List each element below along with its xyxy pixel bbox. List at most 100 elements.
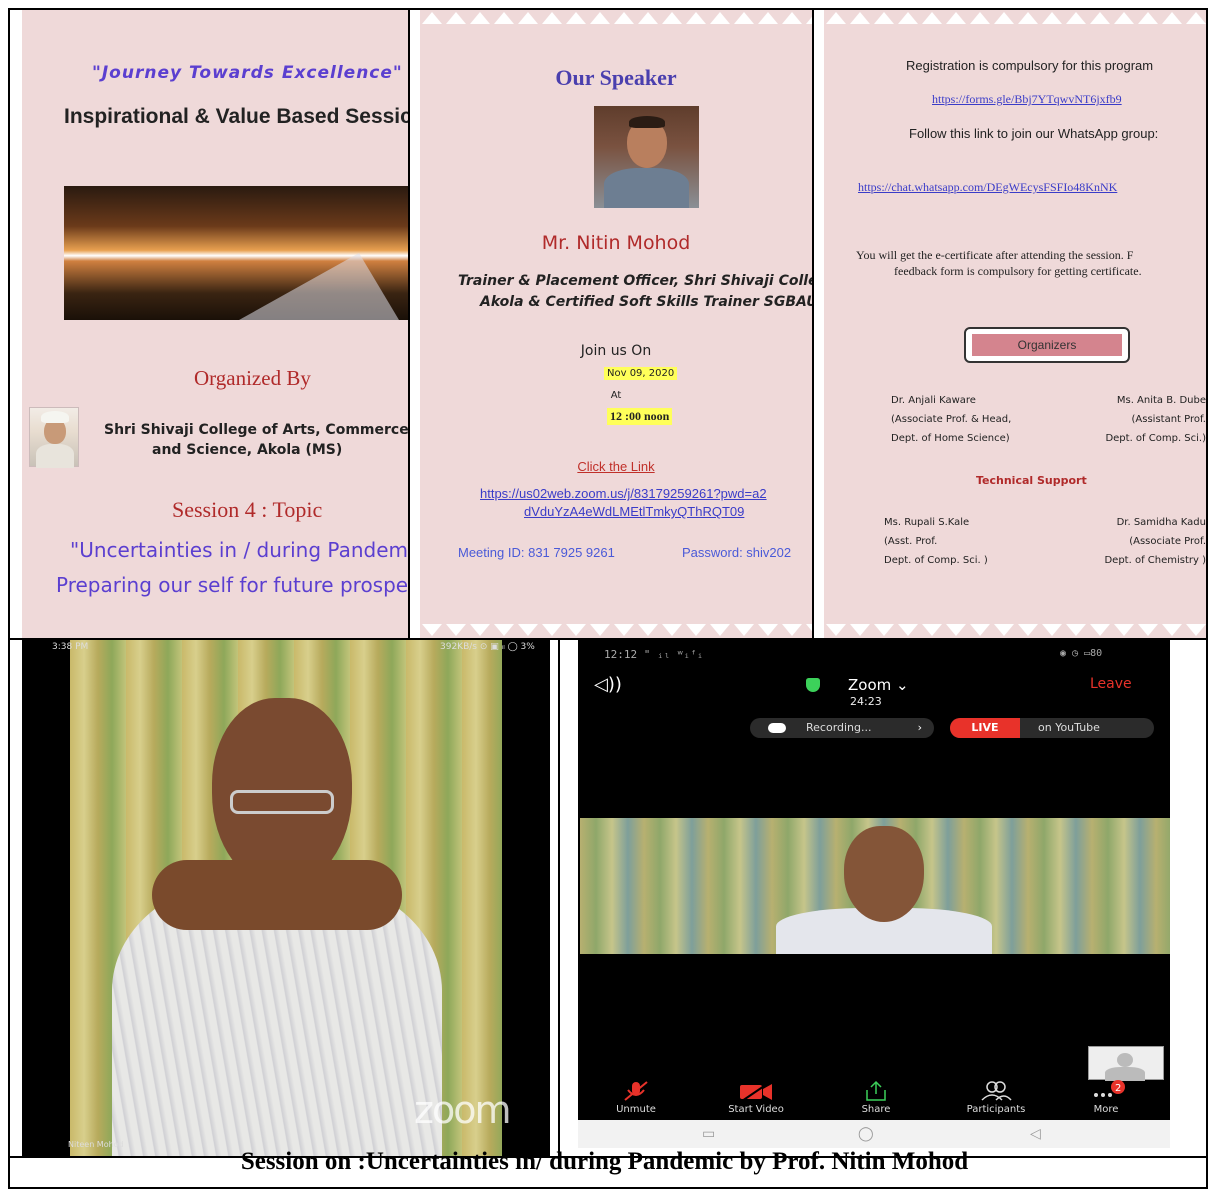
more-icon: 2 — [1094, 1080, 1125, 1097]
start-video-button[interactable]: Start Video — [706, 1080, 806, 1115]
technical-support-heading: Technical Support — [976, 474, 1087, 487]
zoom-link-line2[interactable]: dVduYzA4eWdLMEtlTmkyQThRQT09 — [524, 504, 744, 519]
speaker-role-line2: Akola & Certified Soft Skills Trainer SG… — [480, 294, 812, 310]
flyer-panel-speaker: Our Speaker Mr. Nitin Mohod Trainer & Pl… — [420, 10, 812, 638]
youtube-label: on YouTube — [1038, 721, 1100, 734]
phone-status-left: 12:12 " ᵢₗ ʷᵢᶠᵢ — [604, 648, 704, 661]
start-video-label: Start Video — [728, 1104, 784, 1115]
organizer-dept: Dept. of Comp. Sci.) — [1105, 433, 1206, 444]
live-youtube-pill[interactable]: LIVE on YouTube — [950, 718, 1154, 738]
event-date: Nov 09, 2020 — [604, 367, 678, 380]
flyer-quote: "Journey Towards Excellence" — [92, 63, 403, 83]
meeting-app-name: Zoom — [848, 676, 892, 694]
tech-dept: Dept. of Comp. Sci. ) — [884, 555, 988, 566]
collage-frame: "Journey Towards Excellence" Inspiration… — [8, 8, 1208, 1189]
cloud-icon — [768, 723, 786, 733]
security-shield-icon — [806, 678, 820, 692]
organizer-1: Dr. Anjali Kaware (Associate Prof. & Hea… — [891, 391, 1011, 448]
tech-dept: Dept. of Chemistry ) — [1104, 555, 1206, 566]
triangle-border-top — [824, 10, 1206, 26]
organizer-dept: Dept. of Home Science) — [891, 433, 1010, 444]
participants-label: Participants — [966, 1104, 1026, 1115]
flyer-panel-intro: "Journey Towards Excellence" Inspiration… — [22, 10, 408, 638]
topic-line2: Preparing our self for future prospec — [56, 573, 408, 597]
click-the-link-label: Click the Link — [577, 459, 655, 474]
meeting-timer: 24:23 — [850, 695, 882, 708]
grid-divider — [10, 638, 1206, 640]
whatsapp-notice: Follow this link to join our WhatsApp gr… — [909, 126, 1159, 141]
zoom-link-line1[interactable]: https://us02web.zoom.us/j/83179259261?pw… — [480, 486, 767, 501]
back-icon[interactable]: ◁ — [1030, 1126, 1041, 1142]
road-sunrise-image — [64, 186, 408, 320]
self-view-thumbnail[interactable] — [1088, 1046, 1164, 1081]
phone-status-icons: 392KB/s ⊙ ▣ ᵢₗ ◯ 3% — [440, 642, 535, 652]
more-button[interactable]: 2 More — [1056, 1080, 1156, 1115]
phone-status-right: ◉ ◷ ▭80 — [1060, 648, 1103, 659]
join-us-label: Join us On — [580, 343, 652, 359]
zoom-phone-screenshot-2: 12:12 " ᵢₗ ʷᵢᶠᵢ ◉ ◷ ▭80 ◁)) Zoom ⌄ 24:23… — [566, 640, 1206, 1156]
recents-icon[interactable]: ▭ — [702, 1126, 715, 1142]
phone-clock: 3:38 PM — [52, 642, 89, 652]
speaker-video-feed — [112, 680, 442, 1156]
organizer-post: (Assistant Prof. — [1131, 414, 1206, 425]
session-heading: Session 4 : Topic — [172, 497, 323, 522]
registration-notice: Registration is compulsory for this prog… — [906, 58, 1154, 73]
share-icon — [866, 1080, 886, 1101]
organizers-box: Organizers — [964, 327, 1130, 363]
organizer-name: Ms. Anita B. Dube — [1116, 395, 1206, 406]
speaker-audio-icon[interactable]: ◁)) — [594, 674, 622, 695]
tech-support-1: Ms. Rupali S.Kale (Asst. Prof. Dept. of … — [884, 513, 988, 570]
more-badge-count: 2 — [1115, 1083, 1121, 1094]
mic-muted-icon — [624, 1081, 648, 1101]
tech-name: Ms. Rupali S.Kale — [884, 517, 970, 528]
organizer-name: Dr. Anjali Kaware — [891, 395, 976, 406]
unmute-button[interactable]: Unmute — [586, 1080, 686, 1115]
organizer-post: (Associate Prof. & Head, — [891, 414, 1012, 425]
unmute-label: Unmute — [616, 1104, 656, 1115]
event-time: 12 :00 noon — [607, 408, 673, 425]
meeting-id: Meeting ID: 831 7925 9261 — [458, 545, 615, 560]
leave-button[interactable]: Leave — [1090, 676, 1132, 692]
whatsapp-group-link[interactable]: https://chat.whatsapp.com/DEgWEcysFSFIo4… — [858, 180, 1117, 195]
topic-line1: "Uncertainties in / during Pandemic — [70, 538, 408, 562]
video-off-icon — [740, 1081, 772, 1102]
zoom-meeting-screen: 12:12 " ᵢₗ ʷᵢᶠᵢ ◉ ◷ ▭80 ◁)) Zoom ⌄ 24:23… — [578, 640, 1170, 1120]
participants-button[interactable]: Participants — [946, 1080, 1046, 1115]
college-name-line1: Shri Shivaji College of Arts, Commerce — [104, 422, 408, 438]
college-name-line2: and Science, Akola (MS) — [152, 442, 343, 458]
more-label: More — [1093, 1104, 1119, 1115]
organized-by-heading: Organized By — [194, 366, 311, 390]
flyer-panel-registration: Registration is compulsory for this prog… — [824, 10, 1206, 638]
grid-divider — [408, 10, 410, 640]
home-icon[interactable]: ◯ — [858, 1126, 874, 1142]
speaker-photo — [594, 106, 699, 208]
at-label: At — [610, 390, 622, 401]
triangle-border-bottom — [824, 622, 1206, 638]
share-button[interactable]: Share — [826, 1080, 926, 1115]
tech-post: (Asst. Prof. — [884, 536, 938, 547]
participants-icon — [981, 1081, 1012, 1101]
founder-portrait — [29, 407, 79, 468]
android-nav-bar: ▭ ◯ ◁ — [578, 1120, 1170, 1148]
speaker-name: Mr. Nitin Mohod — [541, 232, 691, 254]
organizers-label: Organizers — [972, 334, 1122, 356]
grid-divider — [812, 10, 814, 640]
zoom-watermark: zoom — [414, 1088, 511, 1132]
recording-pill[interactable]: Recording... › — [750, 718, 934, 738]
registration-form-link[interactable]: https://forms.gle/Bbj7YTqwvNT6jxfb9 — [932, 92, 1122, 107]
organizer-2: Ms. Anita B. Dube (Assistant Prof. Dept.… — [1090, 391, 1206, 448]
chevron-right-icon: › — [917, 721, 922, 734]
live-badge: LIVE — [950, 718, 1020, 738]
photo-caption: Session on :Uncertainties in/ during Pan… — [240, 1148, 969, 1175]
certificate-note-line2: feedback form is compulsory for getting … — [894, 264, 1142, 278]
flyer-title: Inspirational & Value Based Sessic — [64, 105, 408, 128]
tech-support-2: Dr. Samidha Kadu (Associate Prof. Dept. … — [1086, 513, 1206, 570]
our-speaker-heading: Our Speaker — [555, 65, 677, 90]
meeting-title[interactable]: Zoom ⌄ — [848, 676, 909, 694]
recording-label: Recording... — [806, 721, 872, 734]
triangle-border-bottom — [420, 622, 812, 638]
tech-name: Dr. Samidha Kadu — [1116, 517, 1206, 528]
zoom-video-screenshot-1: 3:38 PM 392KB/s ⊙ ▣ ᵢₗ ◯ 3% zoom Niteen … — [22, 640, 550, 1156]
meeting-password: Password: shiv202 — [682, 545, 792, 560]
certificate-note-line1: You will get the e-certificate after att… — [856, 248, 1134, 262]
